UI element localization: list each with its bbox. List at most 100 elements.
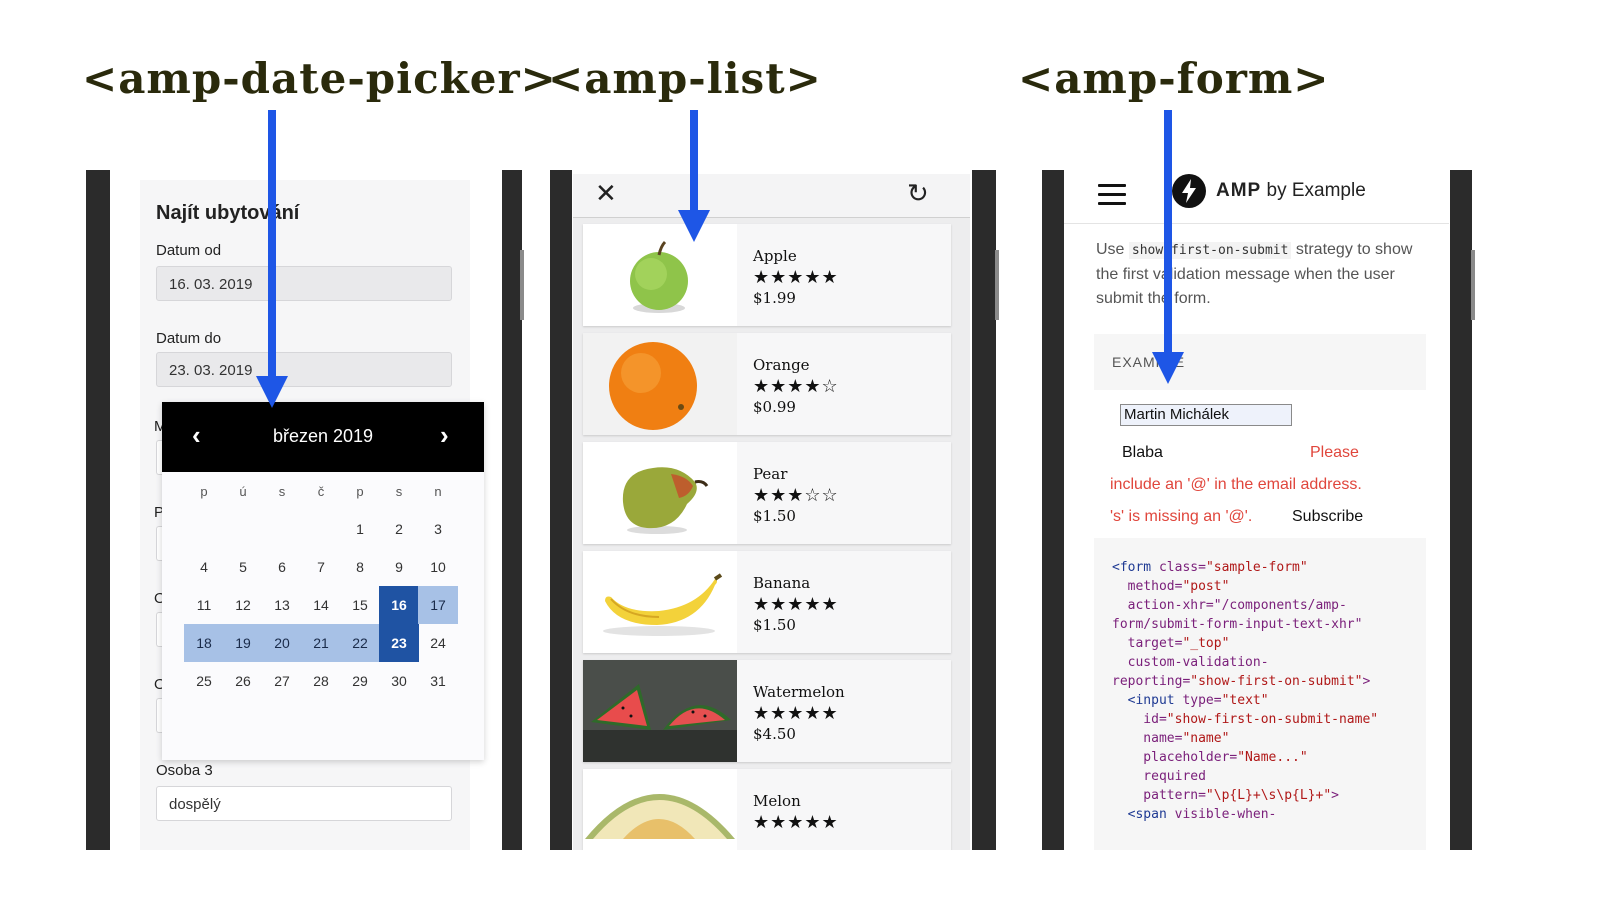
rating-stars-icon: ★★★★★ — [753, 812, 839, 832]
code-line: custom-validation- — [1112, 655, 1269, 670]
calendar-day[interactable]: 21 — [301, 624, 341, 662]
phone-bezel-right-3 — [1450, 170, 1472, 850]
date-to-input[interactable]: 23. 03. 2019 — [156, 352, 452, 387]
code-line: <span visible-when- — [1127, 807, 1277, 822]
list-item[interactable]: Orange ★★★★☆ $0.99 — [583, 333, 951, 435]
person-label: Osoba 3 — [156, 762, 213, 779]
list-item[interactable]: Melon ★★★★★ — [583, 769, 951, 850]
calendar-day[interactable]: 18 — [184, 624, 224, 662]
code-line: pattern="\p{L}+\s\p{L}+"> — [1112, 788, 1339, 803]
phone-bezel-left-3 — [1042, 170, 1064, 850]
item-price: $1.99 — [753, 289, 796, 307]
calendar-day[interactable]: 27 — [262, 662, 302, 700]
calendar-day[interactable]: 4 — [184, 548, 224, 586]
calendar-day[interactable]: 8 — [340, 548, 380, 586]
rating-stars-icon: ★★★★★ — [753, 267, 839, 287]
list-item[interactable]: Watermelon ★★★★★ $4.50 — [583, 660, 951, 762]
arrow-down-icon — [678, 210, 710, 242]
chevron-right-icon[interactable]: › — [440, 420, 449, 451]
list-screen: ✕ ↻ Apple ★★★★★ $1.99 Orange ★★★★☆ $0.99… — [573, 174, 970, 850]
date-from-label: Datum od — [156, 242, 222, 259]
weekday-header: č — [317, 484, 325, 499]
rating-stars-icon: ★★★☆☆ — [753, 485, 839, 505]
person-select[interactable]: dospělý — [156, 786, 452, 821]
item-price: $4.50 — [753, 725, 796, 743]
weekday-header: s — [278, 484, 286, 499]
calendar-header: ‹ březen 2019 › — [162, 402, 484, 472]
list-item[interactable]: Apple ★★★★★ $1.99 — [583, 224, 951, 326]
calendar-day[interactable]: 24 — [418, 624, 458, 662]
hamburger-icon[interactable] — [1098, 184, 1126, 206]
calendar-day[interactable]: 1 — [340, 510, 380, 548]
weekday-header: s — [395, 484, 403, 499]
code-line: <form class="sample-form" — [1112, 560, 1308, 575]
phone-button-3 — [1471, 250, 1475, 320]
calendar-day[interactable]: 7 — [301, 548, 341, 586]
code-line: <input type="text" — [1127, 693, 1269, 708]
calendar-day[interactable]: 11 — [184, 586, 224, 624]
calendar-popup: ‹ březen 2019 › púsčpsn 1 2 3 4 5 6 7 8 9 10 11 12 1… — [162, 402, 484, 760]
intro-before: Use — [1096, 241, 1129, 258]
item-price: $1.50 — [753, 507, 796, 525]
calendar-day[interactable]: 9 — [379, 548, 419, 586]
weekday-header: ú — [239, 484, 247, 499]
item-name: Melon — [753, 792, 801, 810]
calendar-day[interactable]: 19 — [223, 624, 263, 662]
name-input[interactable]: Martin Michálek — [1120, 404, 1292, 426]
list-item[interactable]: Banana ★★★★★ $1.50 — [583, 551, 951, 653]
calendar-day[interactable]: 2 — [379, 510, 419, 548]
date-to-label: Datum do — [156, 330, 222, 347]
title-amp-form: <amp-form> — [1018, 54, 1330, 103]
code-line: id="show-first-on-submit-name" — [1112, 712, 1379, 727]
calendar-day[interactable]: 16 — [379, 586, 419, 624]
calendar-day[interactable]: 6 — [262, 548, 302, 586]
calendar-month: březen 2019 — [272, 426, 374, 446]
list-item[interactable]: Pear ★★★☆☆ $1.50 — [583, 442, 951, 544]
code-line: reporting="show-first-on-submit"> — [1112, 674, 1371, 689]
email-input[interactable]: Blaba — [1122, 444, 1163, 462]
arrow-shaft-3 — [1164, 110, 1172, 356]
calendar-day[interactable]: 28 — [301, 662, 341, 700]
calendar-day[interactable]: 14 — [301, 586, 341, 624]
refresh-icon[interactable]: ↻ — [907, 178, 929, 209]
brand-title[interactable]: AMP by Example — [1216, 180, 1366, 202]
subscribe-button[interactable]: Subscribe — [1292, 508, 1363, 526]
calendar-day[interactable]: 26 — [223, 662, 263, 700]
phone-bezel-left-2 — [550, 170, 572, 850]
date-from-input[interactable]: 16. 03. 2019 — [156, 266, 452, 301]
code-line: placeholder="Name..." — [1112, 750, 1308, 765]
amp-lightning-logo-icon[interactable] — [1172, 174, 1206, 208]
brand-by-example: by Example — [1261, 180, 1366, 201]
item-name: Banana — [753, 574, 811, 592]
intro-text: Use show-first-on-submit strategy to sho… — [1096, 238, 1434, 311]
calendar-day[interactable]: 25 — [184, 662, 224, 700]
calendar-day[interactable]: 10 — [418, 548, 458, 586]
calendar-day[interactable]: 5 — [223, 548, 263, 586]
apple-image — [583, 224, 737, 326]
code-line: required — [1112, 769, 1206, 784]
close-icon[interactable]: ✕ — [595, 178, 617, 209]
calendar-day[interactable]: 15 — [340, 586, 380, 624]
calendar-day[interactable]: 13 — [262, 586, 302, 624]
pear-image — [583, 442, 737, 544]
calendar-day[interactable]: 3 — [418, 510, 458, 548]
weekday-header: n — [434, 484, 442, 499]
code-line: target="_top" — [1112, 636, 1230, 651]
rating-stars-icon: ★★★★★ — [753, 703, 839, 723]
calendar-day[interactable]: 23 — [379, 624, 419, 662]
example-box: EXAMPLE Martin Michálek Blaba Please inc… — [1094, 334, 1426, 850]
calendar-day[interactable]: 12 — [223, 586, 263, 624]
phone-bezel-right-1 — [502, 170, 522, 850]
date-picker-screen: Najít ubytování Datum od 16. 03. 2019 Da… — [112, 174, 500, 850]
item-price: $0.99 — [753, 398, 796, 416]
calendar-day[interactable]: 20 — [262, 624, 302, 662]
booking-heading: Najít ubytování — [156, 202, 300, 224]
calendar-day[interactable]: 29 — [340, 662, 380, 700]
calendar-day[interactable]: 22 — [340, 624, 380, 662]
code-sample: <form class="sample-form" method="post" … — [1112, 558, 1422, 824]
calendar-day[interactable]: 31 — [418, 662, 458, 700]
code-line: form/submit-form-input-text-xhr" — [1112, 617, 1363, 632]
calendar-day[interactable]: 17 — [418, 586, 458, 624]
calendar-day[interactable]: 30 — [379, 662, 419, 700]
title-amp-list: <amp-list> — [548, 54, 822, 103]
